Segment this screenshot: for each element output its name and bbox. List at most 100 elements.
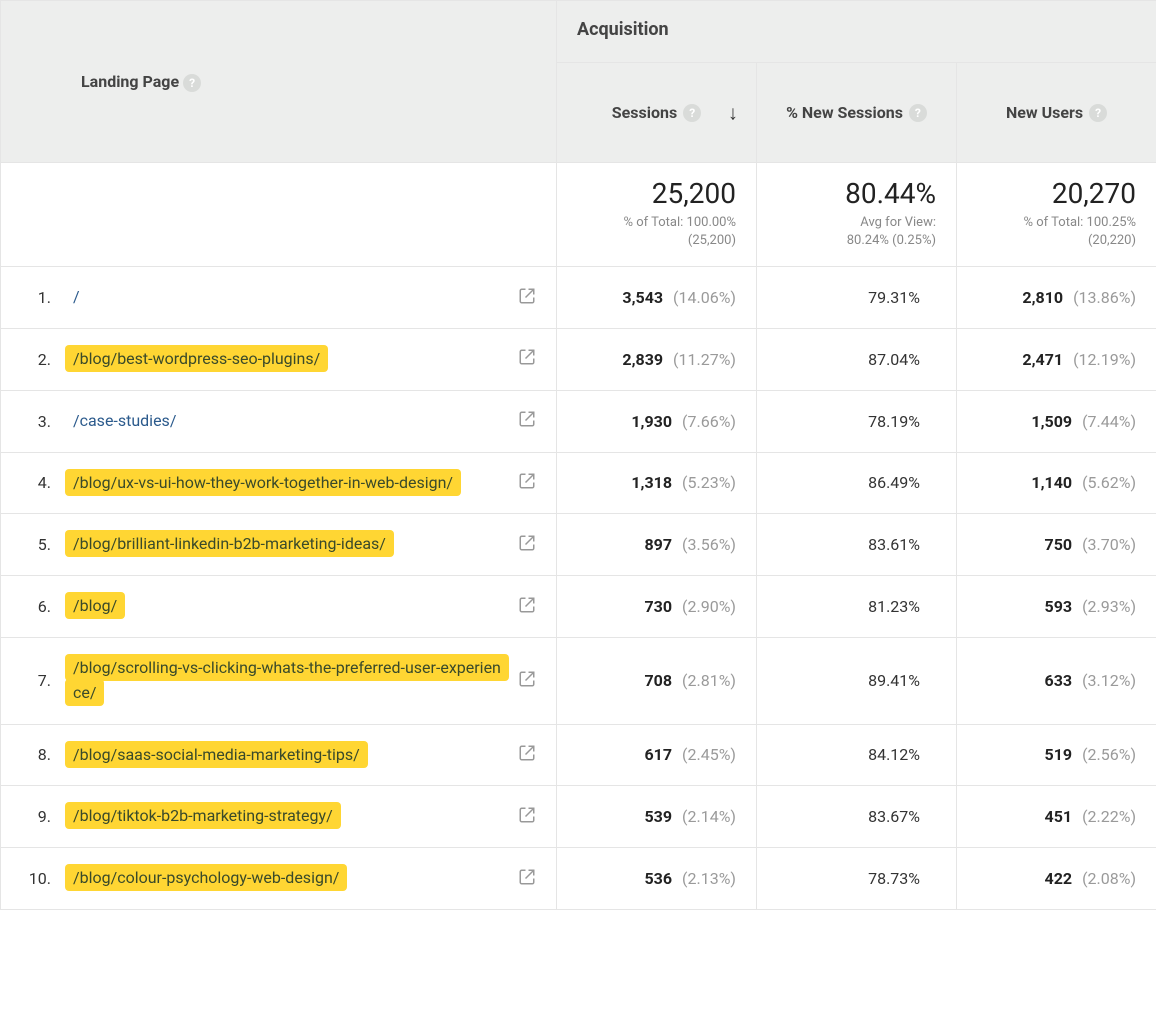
metric-value: 633 bbox=[1045, 671, 1073, 690]
table-row: 1./3,543(14.06%)79.31%2,810(13.86%) bbox=[1, 267, 1156, 329]
col-header-label: New Users bbox=[1006, 103, 1083, 122]
col-header-label: % New Sessions bbox=[786, 103, 903, 122]
metric-pct: (3.70%) bbox=[1082, 535, 1136, 554]
external-link-icon[interactable] bbox=[508, 472, 536, 494]
metric-pct: (13.86%) bbox=[1073, 288, 1136, 307]
landing-page-link[interactable]: /blog/ bbox=[65, 592, 125, 619]
landing-page-link[interactable]: /blog/colour-psychology-web-design/ bbox=[65, 864, 347, 891]
col-header-landing-page[interactable]: Landing Page ? bbox=[1, 1, 557, 163]
summary-new-sessions-pct: 80.44% Avg for View: 80.24% (0.25%) bbox=[757, 163, 957, 267]
cell-new-sessions-pct: 84.12% bbox=[757, 724, 957, 786]
landing-page-link[interactable]: /blog/tiktok-b2b-marketing-strategy/ bbox=[65, 802, 341, 829]
cell-sessions: 1,930(7.66%) bbox=[557, 390, 757, 452]
external-link-icon[interactable] bbox=[508, 744, 536, 766]
landing-page-link[interactable]: / bbox=[65, 283, 88, 310]
metric-pct: (12.19%) bbox=[1073, 350, 1136, 369]
cell-sessions: 536(2.13%) bbox=[557, 848, 757, 910]
help-icon[interactable]: ? bbox=[1089, 104, 1107, 122]
cell-new-sessions-pct: 83.61% bbox=[757, 514, 957, 576]
cell-landing-page: 10./blog/colour-psychology-web-design/ bbox=[1, 848, 557, 910]
cell-landing-page: 2./blog/best-wordpress-seo-plugins/ bbox=[1, 328, 557, 390]
sort-descending-icon[interactable]: ↓ bbox=[728, 100, 738, 125]
landing-page-link[interactable]: /blog/ux-vs-ui-how-they-work-together-in… bbox=[65, 469, 461, 496]
cell-landing-page: 5./blog/brilliant-linkedin-b2b-marketing… bbox=[1, 514, 557, 576]
metric-pct: (7.44%) bbox=[1082, 412, 1136, 431]
metric-pct: (2.14%) bbox=[682, 807, 736, 826]
summary-empty-cell bbox=[1, 163, 557, 267]
table-row: 4./blog/ux-vs-ui-how-they-work-together-… bbox=[1, 452, 1156, 514]
row-number: 9. bbox=[21, 807, 65, 826]
cell-new-sessions-pct: 87.04% bbox=[757, 328, 957, 390]
landing-page-link[interactable]: /blog/scrolling-vs-clicking-whats-the-pr… bbox=[65, 654, 509, 706]
metric-pct: (5.23%) bbox=[682, 473, 736, 492]
table-row: 9./blog/tiktok-b2b-marketing-strategy/53… bbox=[1, 786, 1156, 848]
metric-value: 730 bbox=[644, 597, 672, 616]
col-header-new-users[interactable]: New Users ? bbox=[957, 63, 1156, 163]
row-number: 1. bbox=[21, 288, 65, 307]
metric-value: 2,810 bbox=[1022, 288, 1063, 307]
row-number: 7. bbox=[21, 671, 65, 690]
col-header-label: Landing Page bbox=[81, 72, 179, 91]
metric-value: 78.19% bbox=[868, 412, 920, 431]
metric-value: 1,509 bbox=[1031, 412, 1072, 431]
cell-new-users: 1,509 (7.44%) bbox=[957, 390, 1156, 452]
metric-value: 2,839 bbox=[622, 350, 663, 369]
metric-pct: (11.27%) bbox=[673, 350, 736, 369]
external-link-icon[interactable] bbox=[508, 348, 536, 370]
summary-value: 80.44% bbox=[777, 179, 936, 210]
cell-sessions: 3,543(14.06%) bbox=[557, 267, 757, 329]
cell-new-users: 593(2.93%) bbox=[957, 576, 1156, 638]
external-link-icon[interactable] bbox=[508, 806, 536, 828]
help-icon[interactable]: ? bbox=[683, 104, 701, 122]
metric-pct: (3.12%) bbox=[1082, 671, 1136, 690]
summary-value: 20,270 bbox=[977, 179, 1136, 210]
col-header-label: Sessions bbox=[612, 103, 677, 122]
metric-pct: (2.90%) bbox=[682, 597, 736, 616]
row-number: 8. bbox=[21, 745, 65, 764]
cell-landing-page: 9./blog/tiktok-b2b-marketing-strategy/ bbox=[1, 786, 557, 848]
table-row: 10./blog/colour-psychology-web-design/53… bbox=[1, 848, 1156, 910]
summary-subtext: (20,220) bbox=[977, 232, 1136, 250]
cell-sessions: 2,839 (11.27%) bbox=[557, 328, 757, 390]
metric-value: 79.31% bbox=[868, 288, 920, 307]
cell-landing-page: 3./case-studies/ bbox=[1, 390, 557, 452]
cell-new-sessions-pct: 79.31% bbox=[757, 267, 957, 329]
metric-value: 78.73% bbox=[868, 869, 920, 888]
summary-subtext: (25,200) bbox=[577, 232, 736, 250]
table-row: 7./blog/scrolling-vs-clicking-whats-the-… bbox=[1, 637, 1156, 724]
external-link-icon[interactable] bbox=[508, 670, 536, 692]
landing-page-link[interactable]: /blog/brilliant-linkedin-b2b-marketing-i… bbox=[65, 530, 394, 557]
cell-sessions: 617(2.45%) bbox=[557, 724, 757, 786]
cell-new-sessions-pct: 83.67% bbox=[757, 786, 957, 848]
cell-new-users: 750(3.70%) bbox=[957, 514, 1156, 576]
summary-value: 25,200 bbox=[577, 179, 736, 210]
landing-page-link[interactable]: /blog/best-wordpress-seo-plugins/ bbox=[65, 345, 328, 372]
cell-landing-page: 7./blog/scrolling-vs-clicking-whats-the-… bbox=[1, 637, 557, 724]
col-header-sessions[interactable]: Sessions ? ↓ bbox=[557, 63, 757, 163]
col-header-new-sessions-pct[interactable]: % New Sessions ? bbox=[757, 63, 957, 163]
cell-new-sessions-pct: 78.19% bbox=[757, 390, 957, 452]
external-link-icon[interactable] bbox=[508, 534, 536, 556]
external-link-icon[interactable] bbox=[508, 596, 536, 618]
help-icon[interactable]: ? bbox=[909, 104, 927, 122]
metric-value: 87.04% bbox=[868, 350, 920, 369]
landing-page-link[interactable]: /blog/saas-social-media-marketing-tips/ bbox=[65, 741, 368, 768]
table-row: 5./blog/brilliant-linkedin-b2b-marketing… bbox=[1, 514, 1156, 576]
col-group-label: Acquisition bbox=[577, 19, 669, 40]
metric-pct: (2.81%) bbox=[682, 671, 736, 690]
cell-sessions: 730 (2.90%) bbox=[557, 576, 757, 638]
landing-page-link[interactable]: /case-studies/ bbox=[65, 407, 184, 434]
help-icon[interactable]: ? bbox=[183, 74, 201, 92]
cell-landing-page: 1./ bbox=[1, 267, 557, 329]
external-link-icon[interactable] bbox=[508, 410, 536, 432]
cell-new-sessions-pct: 86.49% bbox=[757, 452, 957, 514]
table-row: 2./blog/best-wordpress-seo-plugins/2,839… bbox=[1, 328, 1156, 390]
metric-value: 708 bbox=[644, 671, 672, 690]
col-group-acquisition: Acquisition bbox=[557, 1, 1156, 63]
metric-value: 593 bbox=[1045, 597, 1073, 616]
external-link-icon[interactable] bbox=[508, 287, 536, 309]
cell-sessions: 897(3.56%) bbox=[557, 514, 757, 576]
cell-sessions: 1,318(5.23%) bbox=[557, 452, 757, 514]
cell-new-users: 2,810 (13.86%) bbox=[957, 267, 1156, 329]
external-link-icon[interactable] bbox=[508, 868, 536, 890]
